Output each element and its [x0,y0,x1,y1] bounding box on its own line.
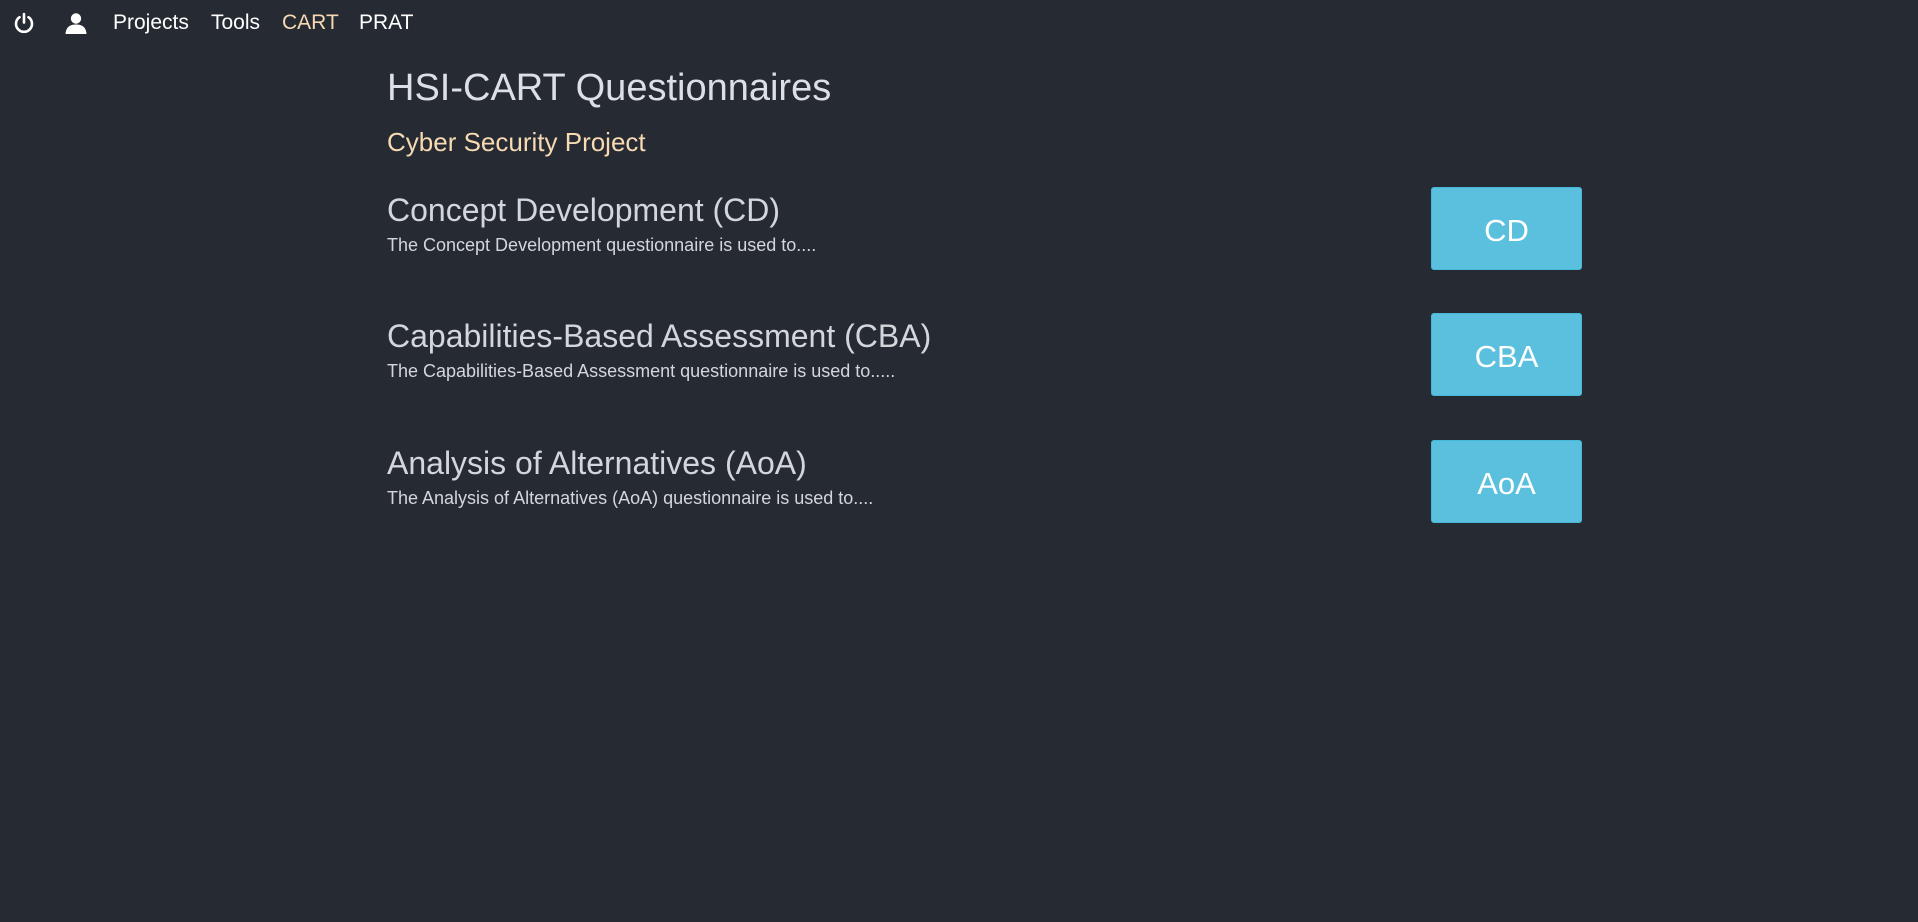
questionnaire-description: The Analysis of Alternatives (AoA) quest… [387,488,874,508]
project-name: Cyber Security Project [387,127,646,157]
user-icon[interactable] [63,10,89,36]
questionnaire-title: Capabilities-Based Assessment (CBA) [387,318,932,354]
cba-button[interactable]: CBA [1431,313,1582,396]
nav-link-cart[interactable]: CART [282,10,339,36]
questionnaire-item-aoa: Analysis of Alternatives (AoA) The Analy… [387,440,1582,527]
questionnaire-title: Analysis of Alternatives (AoA) [387,445,807,481]
questionnaire-item-cba: Capabilities-Based Assessment (CBA) The … [387,313,1582,400]
nav-link-tools[interactable]: Tools [211,10,260,36]
power-icon[interactable] [11,10,37,36]
questionnaire-description: The Capabilities-Based Assessment questi… [387,361,896,381]
top-navbar: Projects Tools CART PRAT [0,0,1918,46]
questionnaire-title: Concept Development (CD) [387,192,781,228]
page-title: HSI-CART Questionnaires [387,67,832,109]
cd-button[interactable]: CD [1431,187,1582,270]
nav-link-projects[interactable]: Projects [113,10,189,36]
nav-link-prat[interactable]: PRAT [359,10,413,36]
aoa-button[interactable]: AoA [1431,440,1582,523]
questionnaire-item-cd: Concept Development (CD) The Concept Dev… [387,187,1582,274]
questionnaire-description: The Concept Development questionnaire is… [387,235,817,255]
